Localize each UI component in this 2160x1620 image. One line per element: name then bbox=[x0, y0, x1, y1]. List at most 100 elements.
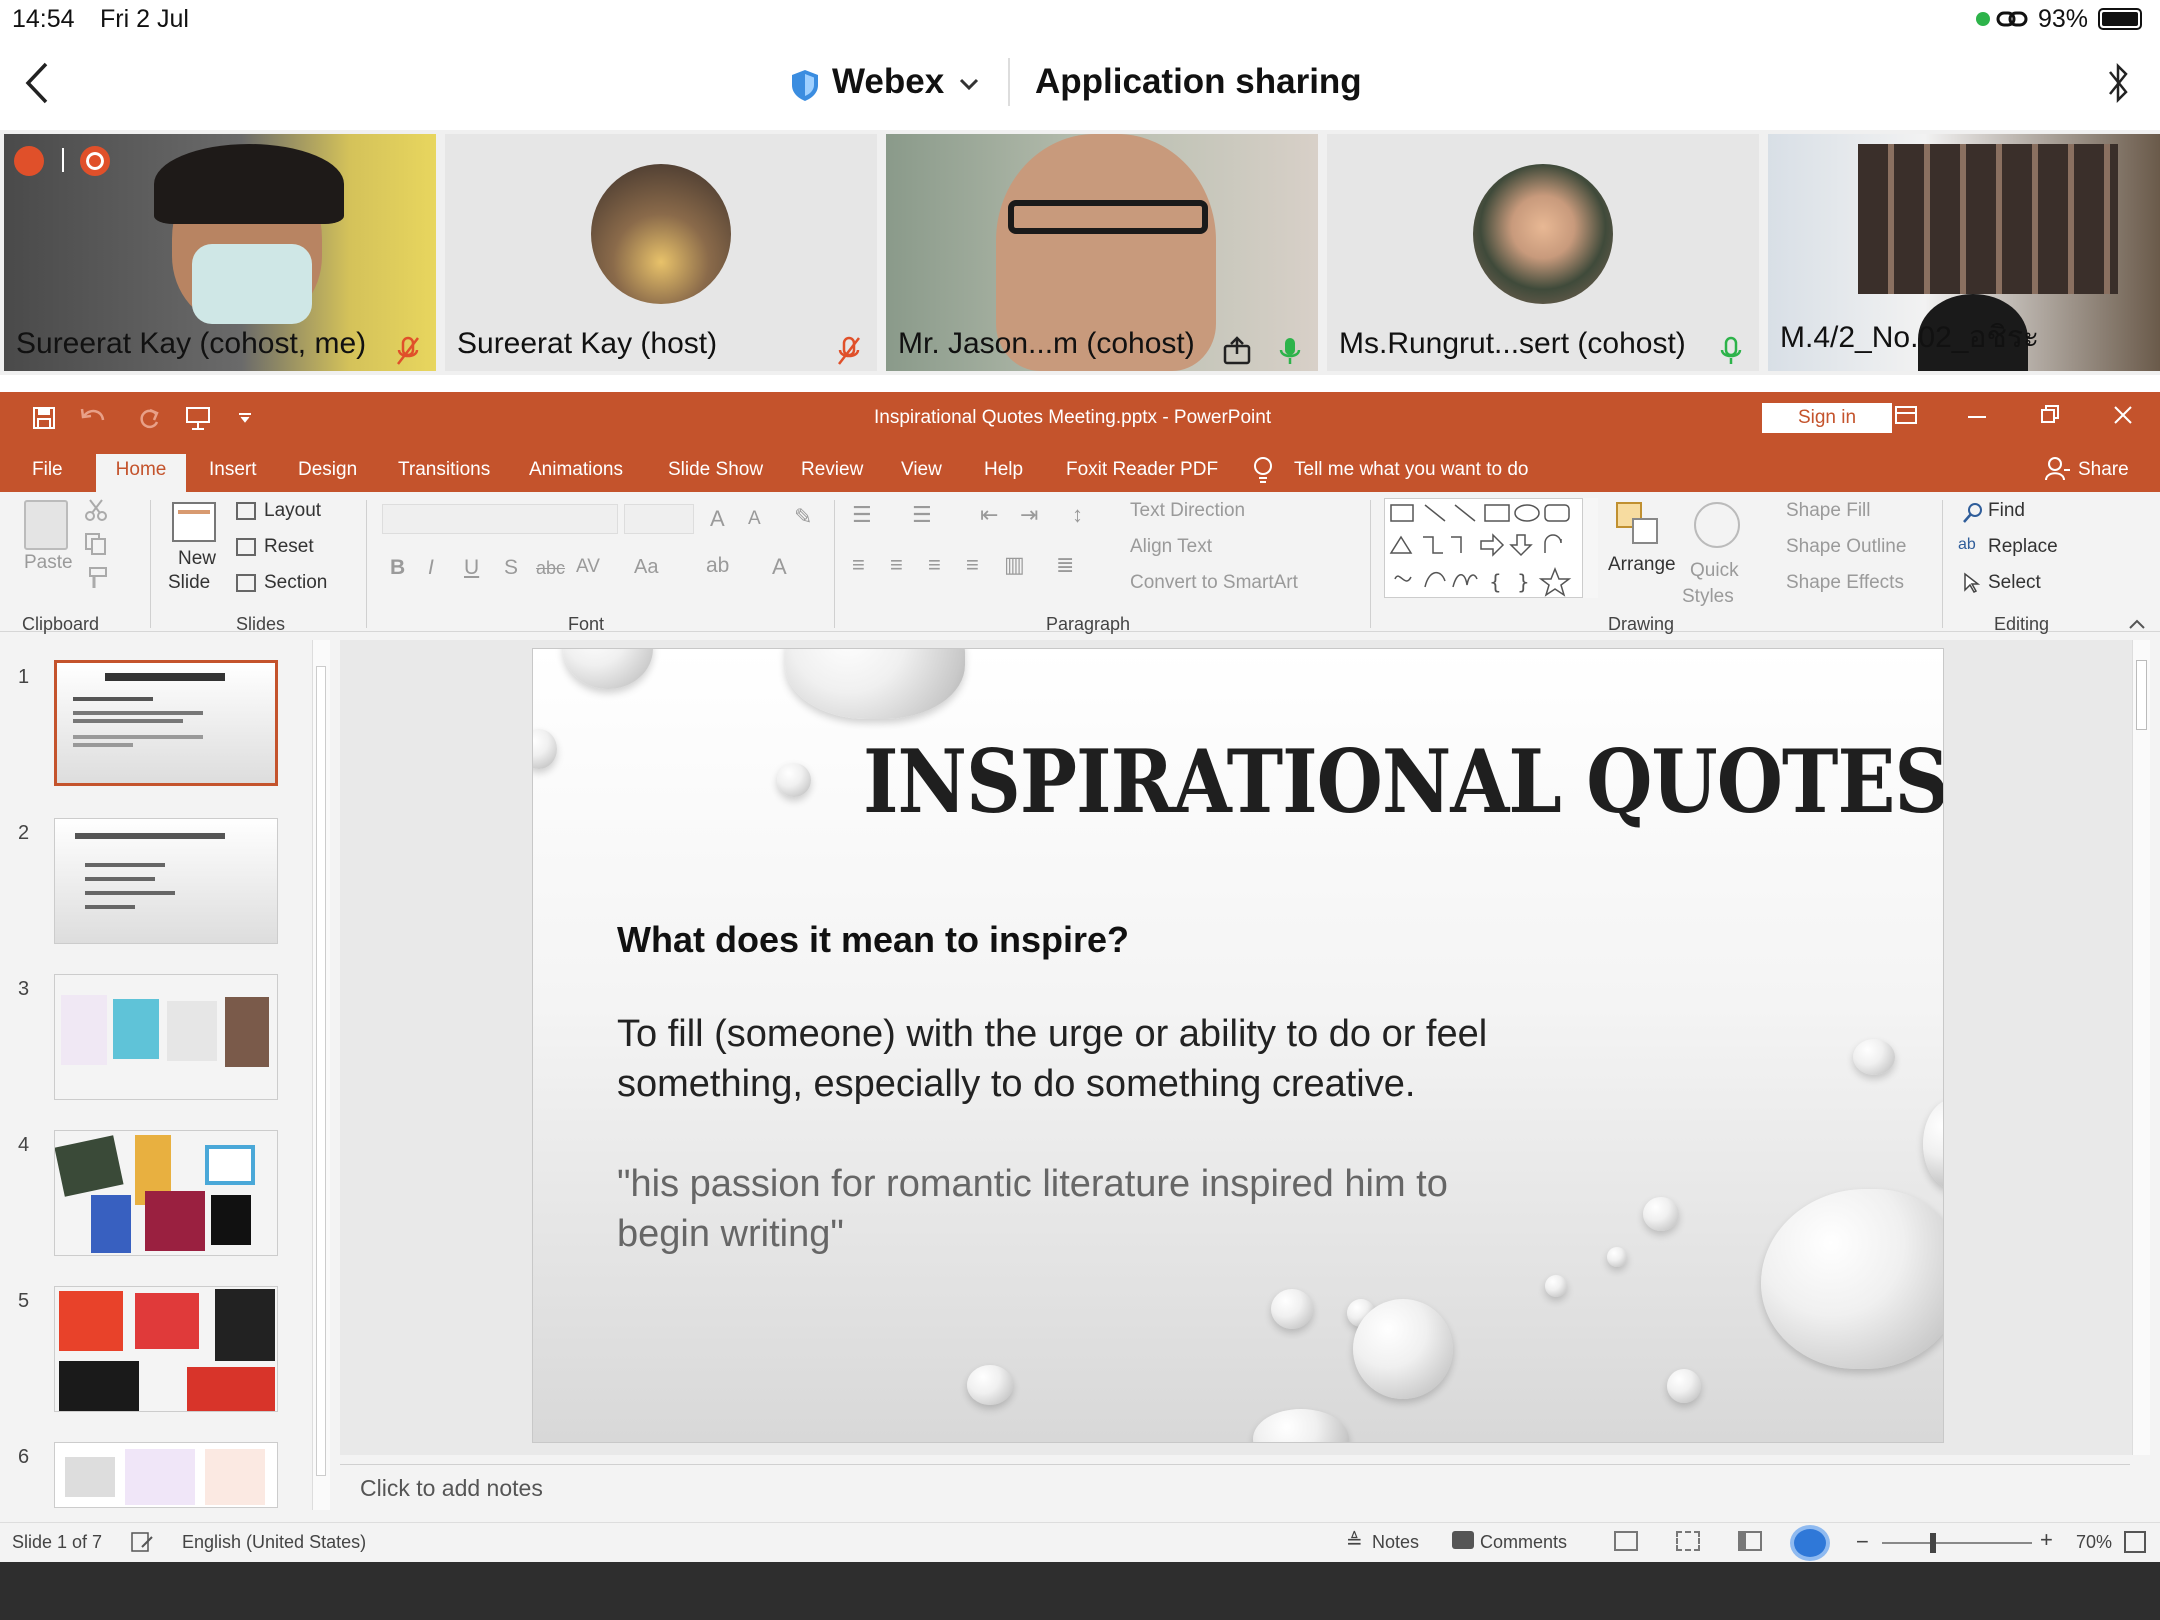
participant-tile[interactable]: Mr. Jason...m (cohost) bbox=[886, 134, 1318, 371]
tab-review[interactable]: Review bbox=[801, 454, 863, 492]
cut-icon[interactable] bbox=[84, 498, 108, 522]
undo-icon[interactable] bbox=[78, 406, 108, 430]
copy-icon[interactable] bbox=[84, 532, 108, 556]
notes-toggle-icon[interactable]: ≜ bbox=[1346, 1529, 1363, 1554]
font-size-dropdown[interactable] bbox=[624, 504, 694, 534]
arrange-icon[interactable] bbox=[1616, 502, 1662, 548]
zoom-slider[interactable] bbox=[1882, 1542, 2032, 1544]
justify-icon[interactable]: ≡ bbox=[966, 552, 979, 578]
columns-icon[interactable]: ▥ bbox=[1004, 552, 1025, 578]
tab-home[interactable]: Home bbox=[96, 454, 186, 492]
tab-slide-show[interactable]: Slide Show bbox=[668, 454, 763, 492]
reading-view-icon[interactable] bbox=[1738, 1531, 1762, 1551]
bullets-icon[interactable]: ☰ bbox=[852, 502, 872, 528]
back-chevron-icon[interactable] bbox=[22, 60, 52, 106]
participant-tile[interactable]: Ms.Rungrut...sert (cohost) bbox=[1327, 134, 1759, 371]
zoom-level[interactable]: 70% bbox=[2076, 1532, 2112, 1553]
zoom-in-icon[interactable]: + bbox=[2040, 1527, 2053, 1553]
character-spacing-icon[interactable]: AV bbox=[576, 556, 600, 578]
paste-icon[interactable] bbox=[24, 500, 68, 550]
participant-tile[interactable]: M.4/2_No.02_อชิระ bbox=[1768, 134, 2160, 371]
restore-icon[interactable] bbox=[2040, 404, 2062, 426]
share-person-icon[interactable] bbox=[2044, 456, 2070, 482]
clear-formatting-icon[interactable]: ✎ bbox=[794, 504, 812, 530]
tab-transitions[interactable]: Transitions bbox=[398, 454, 490, 492]
ribbon-display-icon[interactable] bbox=[1894, 404, 1920, 428]
normal-view-icon[interactable] bbox=[1614, 1531, 1638, 1551]
new-slide-button[interactable]: New bbox=[178, 548, 216, 570]
arrange-button[interactable]: Arrange bbox=[1608, 554, 1676, 576]
convert-smartart-button[interactable]: Convert to SmartArt bbox=[1130, 572, 1298, 594]
thumbnail-scrollbar[interactable] bbox=[312, 640, 330, 1510]
tab-animations[interactable]: Animations bbox=[529, 454, 623, 492]
paragraph-spacing-icon[interactable]: ≣ bbox=[1056, 552, 1074, 578]
sign-in-button[interactable]: Sign in bbox=[1762, 403, 1892, 433]
format-painter-icon[interactable] bbox=[84, 566, 108, 590]
participant-tile[interactable]: Sureerat Kay (host) bbox=[445, 134, 877, 371]
webex-app-name[interactable]: Webex bbox=[832, 62, 944, 102]
fit-to-window-icon[interactable] bbox=[2124, 1531, 2146, 1553]
strikethrough-icon[interactable]: abc bbox=[536, 558, 565, 579]
bluetooth-icon[interactable] bbox=[2106, 60, 2132, 106]
grow-font-icon[interactable]: A bbox=[710, 506, 725, 532]
language-indicator[interactable]: English (United States) bbox=[182, 1532, 366, 1553]
slide-thumbnail[interactable] bbox=[54, 1286, 278, 1412]
notes-toggle-button[interactable]: Notes bbox=[1372, 1532, 1419, 1553]
shape-fill-button[interactable]: Shape Fill bbox=[1786, 500, 1871, 522]
shape-effects-button[interactable]: Shape Effects bbox=[1786, 572, 1904, 594]
close-icon[interactable] bbox=[2112, 404, 2134, 426]
increase-indent-icon[interactable]: ⇥ bbox=[1020, 502, 1038, 528]
shrink-font-icon[interactable]: A bbox=[748, 508, 761, 530]
comments-button[interactable]: Comments bbox=[1480, 1532, 1567, 1553]
shapes-gallery[interactable]: { } bbox=[1384, 498, 1598, 598]
slide-thumbnail[interactable] bbox=[54, 1442, 278, 1508]
italic-icon[interactable]: I bbox=[428, 556, 434, 580]
replace-button[interactable]: Replace bbox=[1988, 536, 2058, 558]
slide-thumbnail[interactable] bbox=[54, 818, 278, 944]
tab-help[interactable]: Help bbox=[984, 454, 1023, 492]
quick-styles-button[interactable]: Quick bbox=[1690, 560, 1739, 582]
comments-icon[interactable] bbox=[1452, 1531, 1474, 1549]
spellcheck-icon[interactable] bbox=[130, 1531, 154, 1553]
tab-view[interactable]: View bbox=[901, 454, 942, 492]
change-case-icon[interactable]: Aa bbox=[634, 556, 658, 579]
new-slide-button-label[interactable]: Slide bbox=[168, 572, 210, 594]
collapse-ribbon-icon[interactable] bbox=[2128, 618, 2146, 630]
tab-file[interactable]: File bbox=[32, 454, 63, 492]
select-button[interactable]: Select bbox=[1988, 572, 2041, 594]
find-button[interactable]: Find bbox=[1988, 500, 2025, 522]
notes-pane[interactable]: Click to add notes bbox=[340, 1464, 2130, 1510]
line-spacing-icon[interactable]: ↕ bbox=[1072, 502, 1083, 528]
share-button[interactable]: Share bbox=[2078, 454, 2129, 492]
align-right-icon[interactable]: ≡ bbox=[928, 552, 941, 578]
save-icon[interactable] bbox=[32, 406, 56, 430]
quick-styles-button-label[interactable]: Styles bbox=[1682, 586, 1734, 608]
slide-thumbnail[interactable] bbox=[54, 974, 278, 1100]
slide-scrollbar[interactable] bbox=[2132, 640, 2150, 1455]
quick-styles-icon[interactable] bbox=[1694, 502, 1740, 548]
minimize-icon[interactable] bbox=[1968, 416, 1986, 418]
align-center-icon[interactable]: ≡ bbox=[890, 552, 903, 578]
highlight-icon[interactable]: ab bbox=[706, 554, 729, 578]
slide-thumbnail[interactable] bbox=[54, 1130, 278, 1256]
align-left-icon[interactable]: ≡ bbox=[852, 552, 865, 578]
paste-button[interactable]: Paste bbox=[24, 552, 73, 574]
record-icon[interactable] bbox=[80, 146, 110, 176]
redo-icon[interactable] bbox=[138, 406, 162, 430]
text-shadow-icon[interactable]: S bbox=[504, 556, 518, 580]
numbering-icon[interactable]: ☰ bbox=[912, 502, 932, 528]
bold-icon[interactable]: B bbox=[390, 556, 405, 580]
layout-button[interactable]: Layout bbox=[264, 500, 321, 522]
present-icon[interactable] bbox=[184, 404, 212, 432]
tab-design[interactable]: Design bbox=[298, 454, 357, 492]
slide-sorter-icon[interactable] bbox=[1676, 1531, 1700, 1551]
section-button[interactable]: Section bbox=[264, 572, 327, 594]
shape-outline-button[interactable]: Shape Outline bbox=[1786, 536, 1906, 558]
align-text-button[interactable]: Align Text bbox=[1130, 536, 1212, 558]
tab-insert[interactable]: Insert bbox=[209, 454, 257, 492]
text-direction-button[interactable]: Text Direction bbox=[1130, 500, 1245, 522]
slideshow-icon[interactable] bbox=[1790, 1525, 1830, 1561]
chevron-down-icon[interactable] bbox=[958, 76, 980, 92]
mic-muted-icon[interactable] bbox=[14, 146, 44, 176]
participant-tile[interactable]: Sureerat Kay (cohost, me) bbox=[4, 134, 436, 371]
